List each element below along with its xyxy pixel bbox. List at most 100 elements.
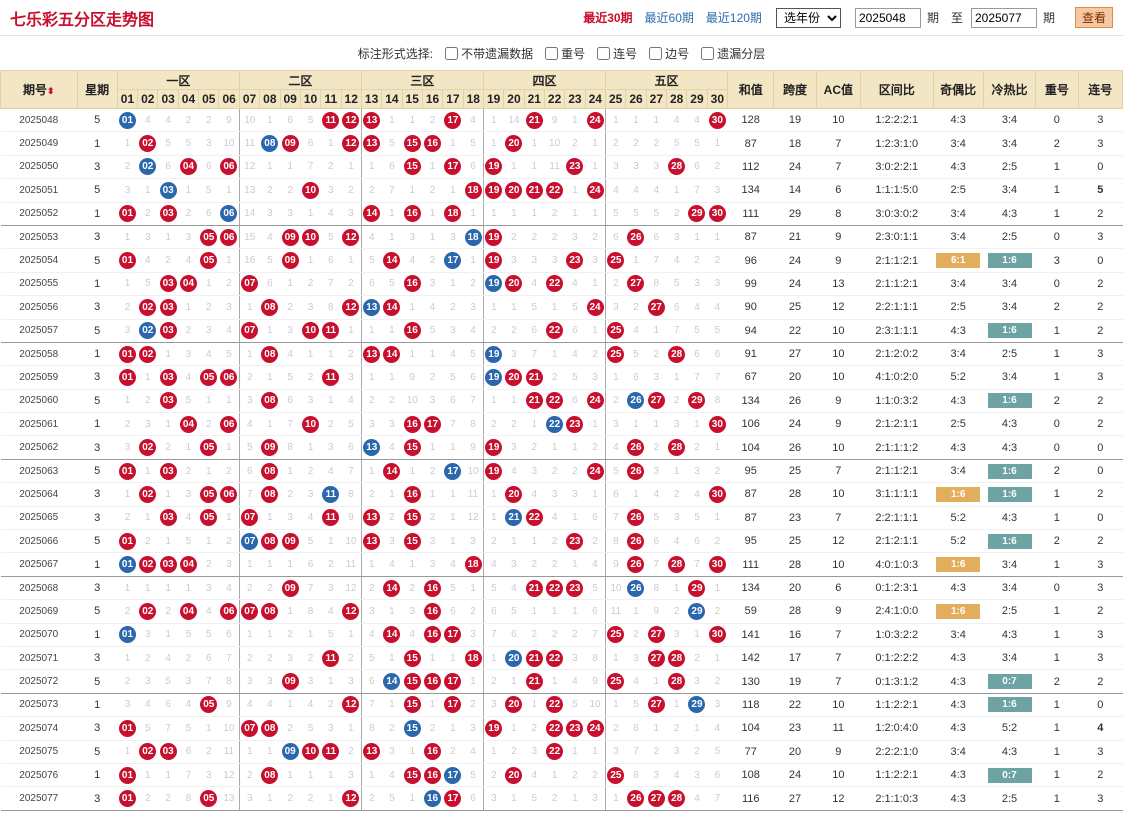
red-ball: 07	[241, 275, 259, 293]
mark-options-bar: 标注形式选择: 不带遗漏数据 重号 连号 边号 遗漏分层	[0, 36, 1123, 70]
number-cell: 1	[422, 693, 443, 718]
red-ball: 08	[261, 462, 279, 480]
checkbox-omit-layer[interactable]	[701, 46, 715, 60]
option-omit-layer[interactable]: 遗漏分层	[701, 45, 765, 62]
red-ball: 01	[118, 790, 136, 808]
table-row: 2025056 3 2 02 03 1 2 3 1 08 2 3 8 12 13 14 1 4 2 3 1 1 5 1 5 24 3…	[0, 295, 1123, 320]
number-cell: 06	[218, 225, 240, 250]
red-ball: 17	[444, 158, 462, 176]
number-cell: 12	[341, 693, 362, 718]
number-cell: 11	[320, 108, 341, 133]
checkbox-edge[interactable]	[649, 46, 663, 60]
checkbox-consecutive[interactable]	[597, 46, 611, 60]
option-consecutive[interactable]: 连号	[597, 45, 637, 62]
number-cell: 1	[564, 108, 586, 133]
period-cell: 2025073	[0, 693, 78, 718]
number-cell: 1	[604, 108, 626, 133]
year-select[interactable]: 选年份	[775, 7, 841, 28]
week-cell: 5	[77, 389, 118, 414]
period-cell: 2025054	[0, 248, 78, 273]
number-cell: 10	[544, 131, 565, 156]
stat-cell-3: 11	[816, 716, 861, 741]
number-cell: 03	[157, 365, 179, 390]
col-period[interactable]: 期号⬍	[0, 70, 78, 109]
number-cell: 4	[280, 342, 301, 367]
week-cell: 5	[77, 599, 118, 624]
checkbox-no-omit[interactable]	[445, 46, 459, 60]
number-cell: 1	[381, 599, 403, 624]
option-edge-label: 边号	[665, 46, 690, 61]
number-cell: 1	[482, 506, 504, 531]
number-cell: 1	[280, 763, 301, 788]
sort-icon[interactable]: ⬍	[47, 86, 55, 96]
red-ball: 15	[403, 696, 421, 714]
table-row: 2025048 5 01 4 4 2 2 9 10 1 6 5 11 12 13 1 1 2 17 4 1 14 21 9 1 2…	[0, 108, 1123, 133]
red-ball: 02	[139, 135, 157, 153]
number-cell: 16	[422, 740, 443, 764]
red-ball: 28	[668, 790, 686, 808]
number-cell: 4	[422, 295, 443, 320]
stat-cell-2: 22	[773, 693, 817, 718]
number-cell: 2	[604, 272, 626, 297]
number-cell: 01	[117, 763, 138, 788]
number-cell: 1	[218, 506, 240, 531]
number-cell: 1	[585, 202, 606, 226]
link-recent-60[interactable]: 最近60期	[645, 9, 694, 26]
link-recent-120[interactable]: 最近120期	[706, 9, 762, 26]
number-cell: 7	[300, 155, 321, 180]
number-cell: 4	[381, 435, 403, 460]
red-ball: 22	[546, 275, 564, 293]
number-cell: 3	[280, 202, 301, 226]
number-cell: 1	[259, 365, 281, 390]
stat-cell-2: 16	[773, 623, 817, 647]
stat-cell-7: 1	[1035, 202, 1078, 226]
red-ball: 25	[607, 345, 625, 363]
number-cell: 6	[503, 623, 525, 647]
number-cell: 2	[422, 178, 443, 203]
stat-cell-2: 23	[773, 506, 817, 531]
from-period-input[interactable]	[854, 7, 921, 28]
week-cell: 3	[77, 295, 118, 320]
number-cell: 07	[238, 319, 260, 343]
number-cell: 3	[280, 506, 301, 531]
stat-cell-4: 2:1:1:2:1	[860, 459, 933, 484]
number-cell: 6	[604, 482, 626, 507]
option-edge[interactable]: 边号	[649, 45, 689, 62]
red-ball: 25	[607, 673, 625, 691]
number-cell: 2	[137, 202, 158, 226]
view-button[interactable]: 查看	[1074, 7, 1113, 28]
option-no-omit[interactable]: 不带遗漏数据	[445, 45, 533, 62]
number-cell: 6	[625, 716, 647, 741]
number-cell: 1	[482, 389, 504, 414]
number-cell: 07	[238, 506, 260, 531]
number-cell: 19	[482, 225, 504, 250]
number-cell: 1	[137, 763, 158, 788]
col-zone-4: 四区	[482, 70, 607, 90]
number-cell: 3	[666, 623, 687, 647]
red-ball: 07	[241, 719, 259, 737]
week-cell: 5	[77, 740, 118, 764]
stat-cell-7: 2	[1035, 389, 1078, 414]
number-cell: 1	[300, 763, 321, 788]
red-ball: 23	[566, 719, 584, 737]
number-cell: 5	[381, 786, 403, 811]
col-stat-6: 冷热比	[982, 70, 1037, 109]
period-cell: 2025051	[0, 178, 78, 203]
period-cell: 2025063	[0, 459, 78, 484]
number-cell: 2	[300, 459, 321, 484]
number-cell: 12	[341, 786, 362, 811]
link-recent-30[interactable]: 最近30期	[583, 9, 632, 26]
blue-ball: 22	[546, 415, 564, 433]
number-cell: 3	[117, 435, 138, 460]
number-cell: 09	[280, 131, 301, 156]
number-cell: 01	[117, 529, 138, 554]
checkbox-repeat[interactable]	[545, 46, 559, 60]
number-cell: 6	[524, 319, 545, 343]
number-cell: 3	[604, 295, 626, 320]
to-period-input[interactable]	[970, 7, 1037, 28]
number-cell: 3	[524, 248, 545, 273]
red-ball: 29	[688, 579, 706, 597]
number-cell: 1	[320, 786, 341, 811]
number-cell: 1	[503, 295, 525, 320]
option-repeat[interactable]: 重号	[545, 45, 585, 62]
